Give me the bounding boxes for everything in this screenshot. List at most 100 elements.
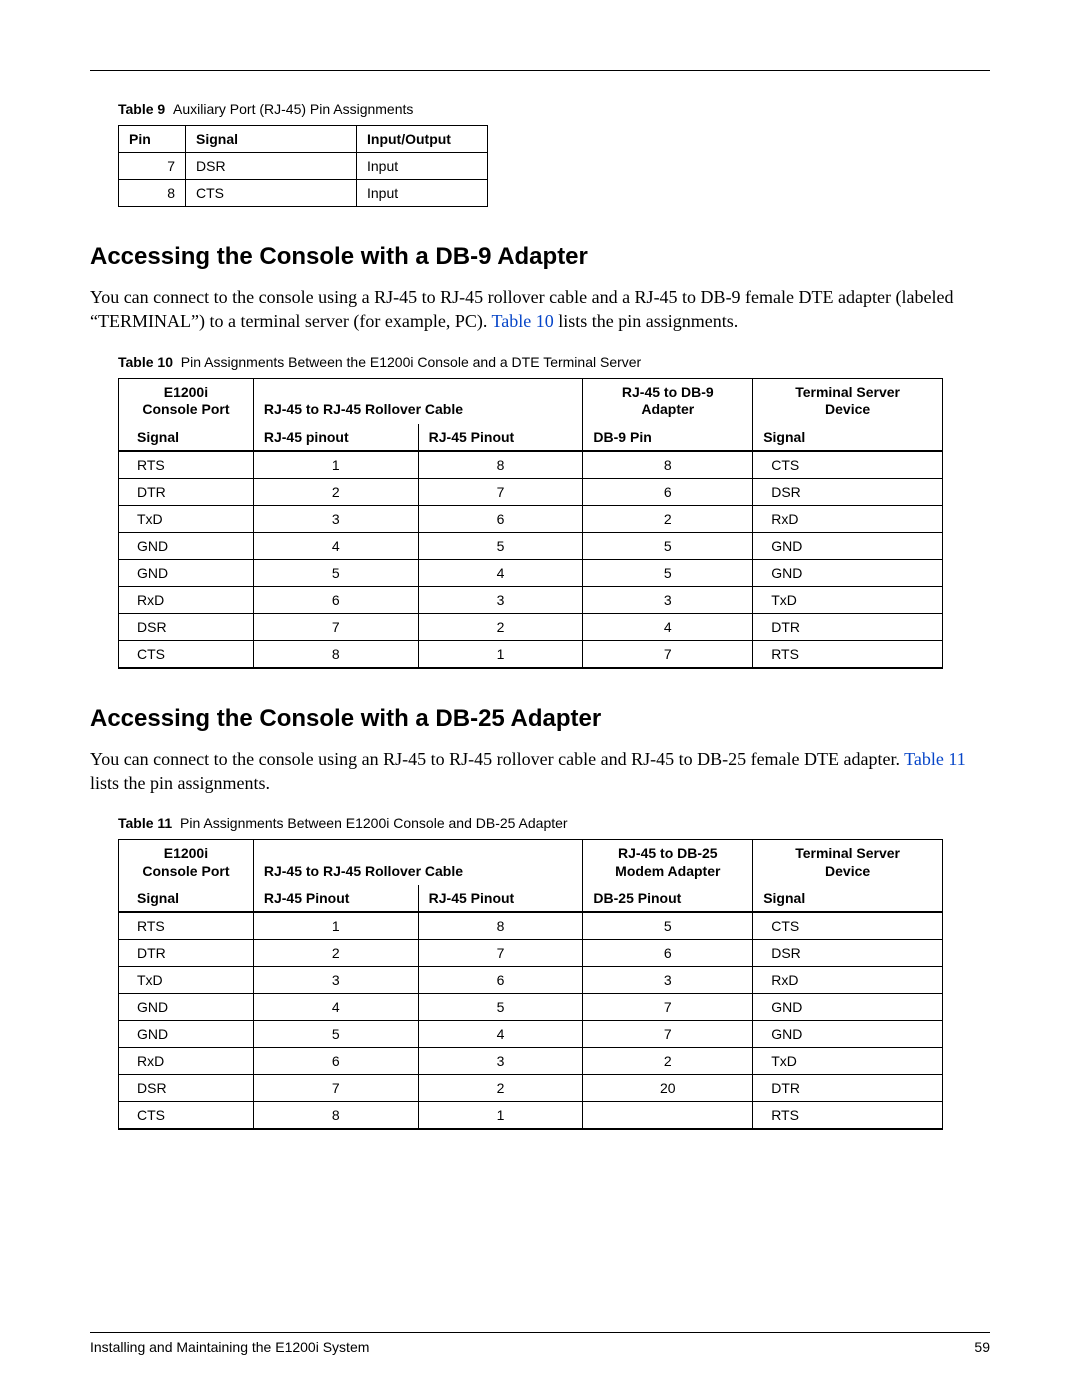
cell: GND <box>119 1021 254 1048</box>
table9-h-io: Input/Output <box>357 126 488 153</box>
cell: RTS <box>119 912 254 940</box>
t11-h0: Signal <box>119 885 254 912</box>
cell-io: Input <box>357 153 488 180</box>
cell: 1 <box>253 912 418 940</box>
cell: 3 <box>418 1048 583 1075</box>
cell: RxD <box>753 967 943 994</box>
table10-caption: Table 10 Pin Assignments Between the E12… <box>118 354 990 370</box>
cell: GND <box>753 532 943 559</box>
t10-sh-adapter: RJ-45 to DB-9Adapter <box>583 378 753 424</box>
page: Table 9 Auxiliary Port (RJ-45) Pin Assig… <box>0 0 1080 1397</box>
cell: RTS <box>119 451 254 479</box>
cell: 2 <box>253 940 418 967</box>
cell <box>583 1102 753 1130</box>
t11-h2: RJ-45 Pinout <box>418 885 583 912</box>
cell: TxD <box>119 505 254 532</box>
table-row: RTS185CTS <box>119 912 943 940</box>
table-row: DSR724DTR <box>119 613 943 640</box>
cell: 5 <box>418 532 583 559</box>
table9-caption: Table 9 Auxiliary Port (RJ-45) Pin Assig… <box>118 101 990 117</box>
cell: RxD <box>753 505 943 532</box>
table-row: 8CTSInput <box>119 180 488 207</box>
cell: 3 <box>583 586 753 613</box>
cell: 7 <box>583 994 753 1021</box>
cell: DSR <box>119 1075 254 1102</box>
table-row: RTS188CTS <box>119 451 943 479</box>
cell: 4 <box>253 994 418 1021</box>
cell-signal: CTS <box>186 180 357 207</box>
cell-io: Input <box>357 180 488 207</box>
cell: 4 <box>418 559 583 586</box>
table9-h-pin: Pin <box>119 126 186 153</box>
table-row: GND545GND <box>119 559 943 586</box>
cell: TxD <box>119 967 254 994</box>
cell: 2 <box>418 1075 583 1102</box>
cell: CTS <box>753 451 943 479</box>
xref-table11[interactable]: Table 11 <box>904 749 966 769</box>
cell: GND <box>753 559 943 586</box>
t10-h1: RJ-45 pinout <box>253 424 418 451</box>
t10-h3: DB-9 Pin <box>583 424 753 451</box>
table10: E1200iConsole Port RJ-45 to RJ-45 Rollov… <box>118 378 943 669</box>
t10-h0: Signal <box>119 424 254 451</box>
cell: 2 <box>583 1048 753 1075</box>
footer: Installing and Maintaining the E1200i Sy… <box>90 1332 990 1355</box>
t11-sh-terminal: Terminal ServerDevice <box>753 840 943 886</box>
cell: 8 <box>418 912 583 940</box>
cell: GND <box>753 994 943 1021</box>
cell: DTR <box>119 940 254 967</box>
xref-table10[interactable]: Table 10 <box>492 311 554 331</box>
cell: CTS <box>119 1102 254 1130</box>
footer-page: 59 <box>974 1339 990 1355</box>
cell: 2 <box>253 478 418 505</box>
cell: 20 <box>583 1075 753 1102</box>
table-row: RxD632TxD <box>119 1048 943 1075</box>
cell: 7 <box>418 940 583 967</box>
paragraph-db25: You can connect to the console using an … <box>90 747 990 796</box>
table9: Pin Signal Input/Output 7DSRInput8CTSInp… <box>118 125 488 207</box>
cell: 8 <box>253 1102 418 1130</box>
table9-number: Table 9 <box>118 101 165 117</box>
table9-title: Auxiliary Port (RJ-45) Pin Assignments <box>173 101 413 117</box>
t10-sh-rollover: RJ-45 to RJ-45 Rollover Cable <box>253 378 583 424</box>
cell: 1 <box>253 451 418 479</box>
table-row: DTR276DSR <box>119 940 943 967</box>
cell-pin: 8 <box>119 180 186 207</box>
t11-h1: RJ-45 Pinout <box>253 885 418 912</box>
cell: 6 <box>253 1048 418 1075</box>
cell: DTR <box>119 478 254 505</box>
cell: 8 <box>583 451 753 479</box>
footer-title: Installing and Maintaining the E1200i Sy… <box>90 1339 369 1355</box>
p-db25-before: You can connect to the console using an … <box>90 749 904 769</box>
cell: 5 <box>583 912 753 940</box>
cell: GND <box>119 559 254 586</box>
cell: DTR <box>753 1075 943 1102</box>
table10-title: Pin Assignments Between the E1200i Conso… <box>181 354 641 370</box>
t10-h2: RJ-45 Pinout <box>418 424 583 451</box>
cell: TxD <box>753 586 943 613</box>
cell: 5 <box>418 994 583 1021</box>
cell: 5 <box>583 532 753 559</box>
cell: DSR <box>753 940 943 967</box>
cell: 3 <box>253 967 418 994</box>
cell: 6 <box>418 505 583 532</box>
cell: 5 <box>253 559 418 586</box>
cell: 7 <box>418 478 583 505</box>
table-row: DSR7220DTR <box>119 1075 943 1102</box>
table-row: RxD633TxD <box>119 586 943 613</box>
cell: 4 <box>418 1021 583 1048</box>
footer-rule <box>90 1332 990 1333</box>
cell: RTS <box>753 1102 943 1130</box>
cell-pin: 7 <box>119 153 186 180</box>
cell-signal: DSR <box>186 153 357 180</box>
cell: 6 <box>583 478 753 505</box>
cell: DSR <box>119 613 254 640</box>
cell: 7 <box>583 1021 753 1048</box>
t11-sh-rollover: RJ-45 to RJ-45 Rollover Cable <box>253 840 583 886</box>
cell: 6 <box>253 586 418 613</box>
cell: RTS <box>753 640 943 668</box>
cell: GND <box>119 532 254 559</box>
cell: 6 <box>418 967 583 994</box>
table11: E1200iConsole Port RJ-45 to RJ-45 Rollov… <box>118 839 943 1130</box>
table-row: CTS817RTS <box>119 640 943 668</box>
